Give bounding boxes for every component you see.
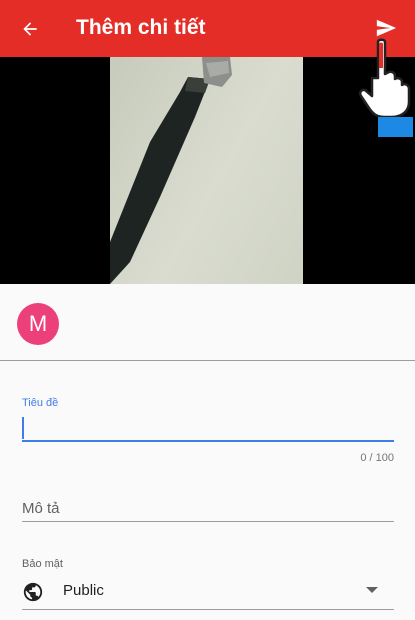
text-caret — [22, 417, 24, 439]
title-label: Tiêu đề — [22, 397, 59, 409]
back-button[interactable] — [16, 15, 44, 43]
dropdown-arrow-icon — [366, 587, 378, 593]
globe-icon — [23, 582, 43, 602]
description-field[interactable]: Mô tả — [22, 500, 60, 517]
channel-row: M — [0, 284, 415, 361]
page-title: Thêm chi tiết — [76, 16, 206, 39]
video-preview[interactable] — [0, 57, 415, 284]
privacy-label: Bảo mật — [22, 558, 63, 570]
hand-pointer-icon — [358, 38, 411, 118]
description-underline — [22, 521, 394, 522]
privacy-value: Public — [63, 582, 104, 599]
avatar[interactable]: M — [17, 303, 59, 345]
arrow-back-icon — [23, 22, 37, 36]
hint-marker — [378, 117, 413, 137]
privacy-underline — [22, 609, 394, 610]
privacy-dropdown[interactable]: Public — [22, 576, 394, 608]
app-bar: Thêm chi tiết — [0, 0, 415, 57]
title-input[interactable] — [22, 414, 394, 441]
video-thumbnail — [110, 57, 303, 284]
title-underline — [22, 440, 394, 442]
send-icon — [376, 19, 397, 37]
char-counter: 0 / 100 — [360, 452, 394, 464]
